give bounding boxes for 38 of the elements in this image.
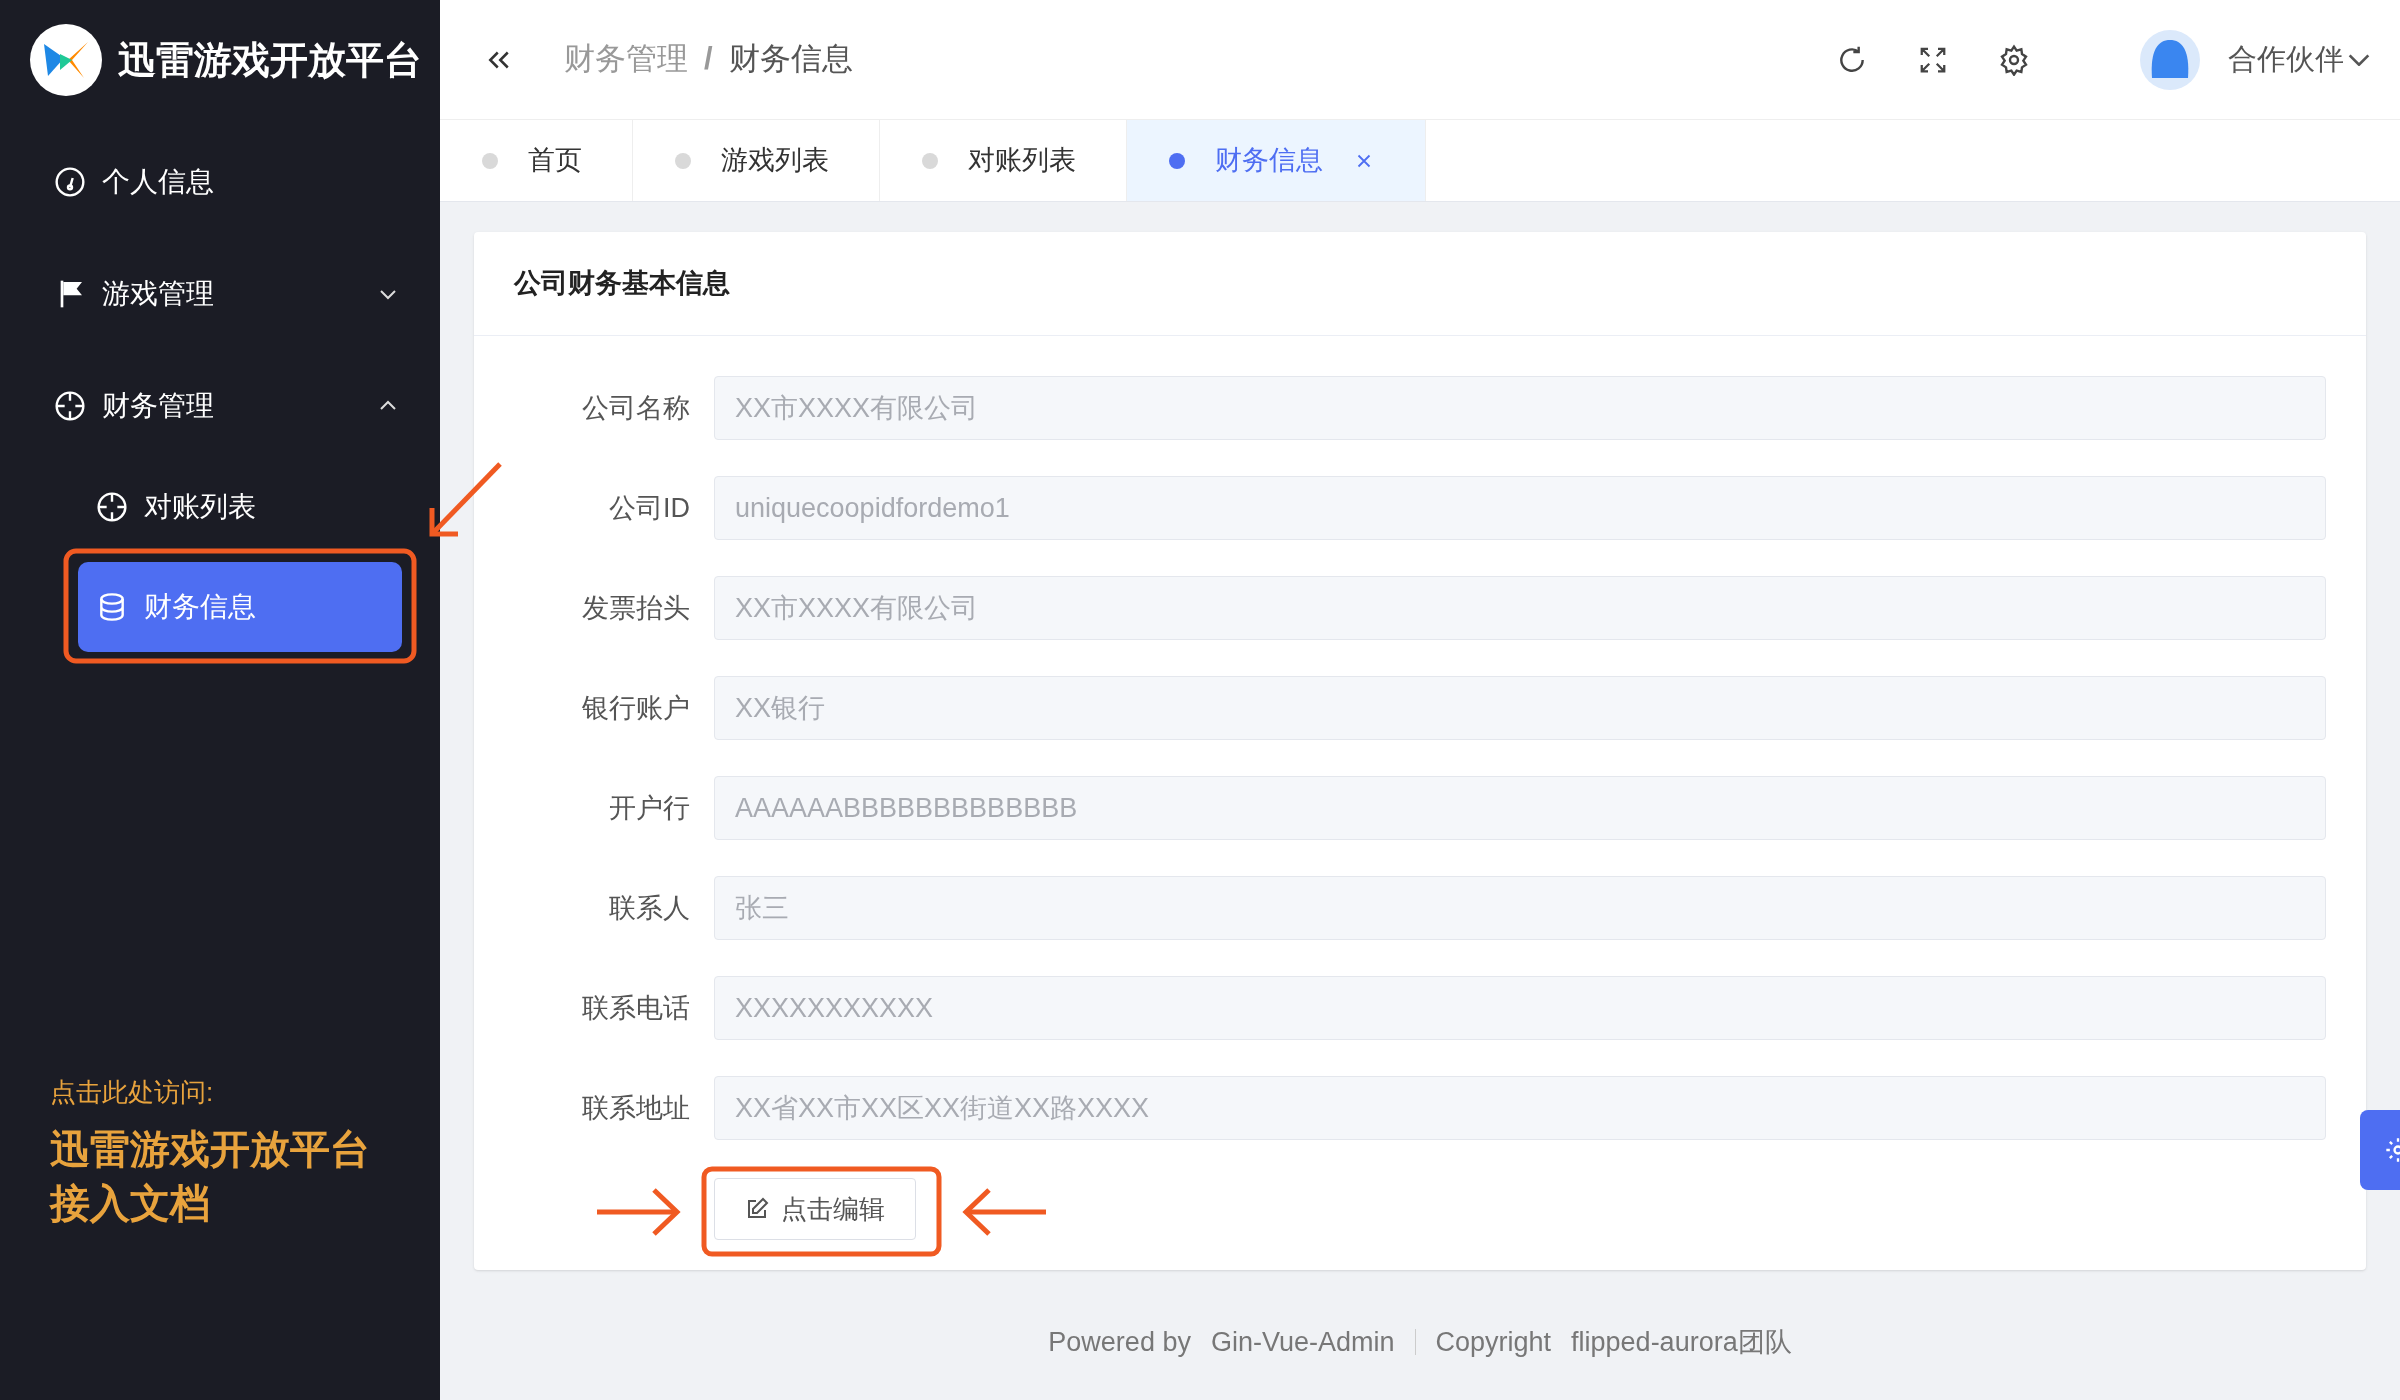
field-label: 联系人 bbox=[608, 891, 691, 925]
menu-item[interactable]: 财务管理 bbox=[0, 350, 440, 462]
edit-icon bbox=[745, 1197, 769, 1221]
field-label: 银行账户 bbox=[581, 691, 691, 725]
tab[interactable]: 财务信息 bbox=[1127, 120, 1426, 201]
field-label: 开户行 bbox=[608, 791, 691, 825]
tab[interactable]: 首页 bbox=[440, 120, 633, 201]
menu-item[interactable]: 个人信息 bbox=[0, 126, 440, 238]
field-label: 联系电话 bbox=[581, 991, 691, 1025]
avatar-icon[interactable] bbox=[2140, 29, 2200, 90]
submenu-item[interactable]: 对账列表 bbox=[0, 462, 440, 552]
logo-icon bbox=[30, 24, 102, 96]
footer-link[interactable]: flipped-aurora团队 bbox=[1571, 1321, 1792, 1363]
footer-text: Copyright bbox=[1435, 1325, 1552, 1359]
user-menu[interactable]: 合作伙伴 bbox=[2228, 37, 2370, 82]
footer-text: Powered by bbox=[1048, 1325, 1191, 1359]
crosshair-icon bbox=[54, 390, 86, 422]
field-label: 发票抬头 bbox=[581, 591, 691, 625]
tab[interactable]: 游戏列表 bbox=[633, 120, 880, 201]
submenu-item[interactable]: 财务信息 bbox=[78, 562, 402, 652]
docs-link[interactable]: 迅雷游戏开放平台接入文档 bbox=[50, 1122, 390, 1230]
settings-tab[interactable] bbox=[2360, 1110, 2400, 1190]
menu-item[interactable]: 游戏管理 bbox=[0, 238, 440, 350]
crosshair-icon bbox=[96, 491, 128, 523]
settings-icon[interactable] bbox=[1998, 43, 2030, 76]
footer-link[interactable]: Gin-Vue-Admin bbox=[1210, 1321, 1395, 1363]
gauge-icon bbox=[54, 166, 86, 198]
promo-caption: 点击此处访问: bbox=[50, 1076, 215, 1109]
breadcrumb-separator: / bbox=[704, 40, 713, 79]
field-label: 公司名称 bbox=[581, 391, 691, 425]
edit-button[interactable]: 点击编辑 bbox=[714, 1178, 916, 1240]
breadcrumb-item: 财务信息 bbox=[728, 40, 853, 79]
breadcrumb-item[interactable]: 财务管理 bbox=[564, 36, 688, 83]
field-label: 联系地址 bbox=[581, 1091, 691, 1125]
card-title: 公司财务基本信息 bbox=[514, 267, 730, 301]
chevron-icon bbox=[2348, 53, 2370, 66]
app-title: 迅雷游戏开放平台 bbox=[118, 37, 422, 83]
field-label: 公司ID bbox=[608, 491, 691, 525]
